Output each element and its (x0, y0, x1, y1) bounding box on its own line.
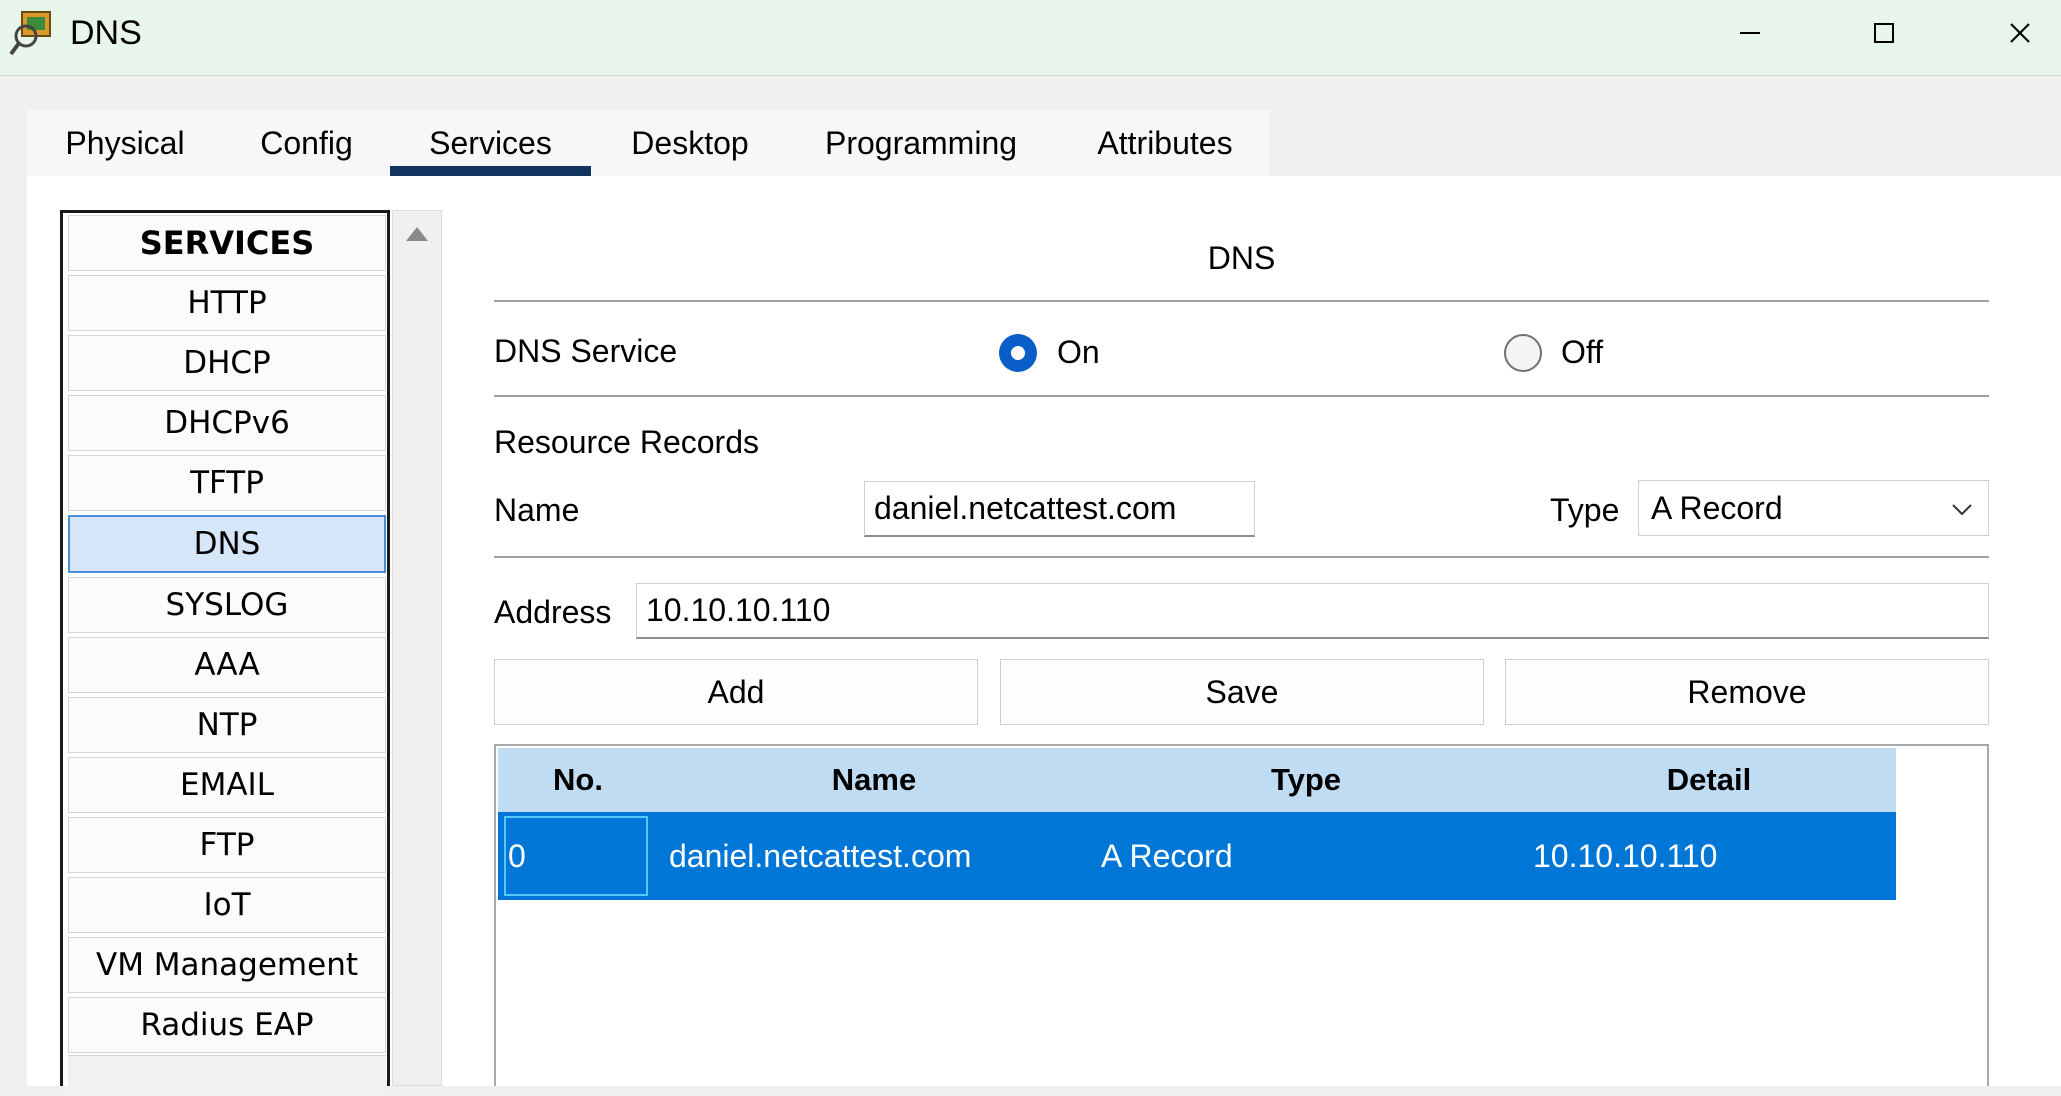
sidebar-item-dhcp[interactable]: DHCP (68, 335, 386, 391)
maximize-icon (1874, 22, 1894, 43)
dns-service-on-label[interactable]: On (1057, 334, 1100, 371)
divider (494, 556, 1989, 558)
sidebar-item-dns[interactable]: DNS (68, 515, 386, 573)
dns-service-label: DNS Service (494, 333, 678, 369)
sidebar-item-radius-eap[interactable]: Radius EAP (68, 997, 386, 1053)
column-header-no[interactable]: No. (498, 748, 658, 812)
name-input[interactable] (864, 481, 1255, 537)
type-select[interactable]: A Record (1638, 480, 1989, 536)
panel-title: DNS (1207, 240, 1276, 276)
tab-services[interactable]: Services (390, 110, 591, 176)
column-header-type[interactable]: Type (1090, 748, 1522, 812)
tab-desktop[interactable]: Desktop (610, 110, 770, 176)
divider (494, 300, 1989, 302)
records-table: No. Name Type Detail 0 daniel.netcattest… (494, 744, 1989, 1086)
remove-button[interactable]: Remove (1505, 659, 1989, 725)
sidebar-item-email[interactable]: EMAIL (68, 757, 386, 813)
sidebar-item-syslog[interactable]: SYSLOG (68, 577, 386, 633)
sidebar-item-dhcpv6[interactable]: DHCPv6 (68, 395, 386, 451)
add-button[interactable]: Add (494, 659, 978, 725)
sidebar-item-iot[interactable]: IoT (68, 877, 386, 933)
dns-service-off-radio[interactable] (1504, 334, 1542, 372)
packet-tracer-server-icon (9, 11, 51, 56)
type-label: Type (1550, 492, 1620, 528)
resource-records-label: Resource Records (494, 424, 759, 460)
scroll-up-arrow-icon[interactable] (406, 227, 428, 241)
cell-no[interactable]: 0 (508, 812, 526, 900)
sidebar-item-vm-management[interactable]: VM Management (68, 937, 386, 993)
dns-service-off-label[interactable]: Off (1561, 334, 1603, 371)
minimize-icon (1740, 31, 1760, 34)
services-sidebar: SERVICES HTTP DHCP DHCPv6 TFTP DNS SYSLO… (60, 210, 390, 1096)
sidebar-item-aaa[interactable]: AAA (68, 637, 386, 693)
chevron-down-icon (1952, 504, 1972, 516)
dns-service-on-radio[interactable] (999, 334, 1037, 372)
minimize-button[interactable] (1690, 0, 1810, 65)
type-select-value: A Record (1651, 490, 1783, 526)
title-bar: DNS (0, 0, 2061, 76)
table-row[interactable]: 0 daniel.netcattest.com A Record 10.10.1… (498, 812, 1896, 900)
tab-attributes[interactable]: Attributes (1075, 110, 1255, 176)
tab-programming[interactable]: Programming (800, 110, 1042, 176)
name-label: Name (494, 492, 580, 528)
sidebar-item-http[interactable]: HTTP (68, 275, 386, 331)
sidebar-header: SERVICES (68, 215, 386, 271)
sidebar-item-tftp[interactable]: TFTP (68, 455, 386, 511)
divider (494, 395, 1989, 397)
sidebar-empty-area (68, 1055, 386, 1096)
sidebar-item-ftp[interactable]: FTP (68, 817, 386, 873)
tab-physical[interactable]: Physical (40, 110, 210, 176)
sidebar-item-ntp[interactable]: NTP (68, 697, 386, 753)
tab-config[interactable]: Config (235, 110, 378, 176)
cell-name[interactable]: daniel.netcattest.com (669, 812, 971, 900)
cell-detail[interactable]: 10.10.10.110 (1533, 812, 1717, 900)
save-button[interactable]: Save (1000, 659, 1484, 725)
address-input[interactable] (636, 583, 1989, 639)
cell-type[interactable]: A Record (1101, 812, 1233, 900)
close-button[interactable] (1960, 0, 2061, 65)
window-title: DNS (70, 14, 142, 52)
column-header-name[interactable]: Name (658, 748, 1090, 812)
close-icon (2010, 22, 2030, 43)
sidebar-scrollbar[interactable] (392, 210, 442, 1086)
table-header: No. Name Type Detail (498, 748, 1896, 812)
column-header-detail[interactable]: Detail (1522, 748, 1896, 812)
maximize-button[interactable] (1824, 0, 1944, 65)
address-label: Address (494, 594, 612, 630)
